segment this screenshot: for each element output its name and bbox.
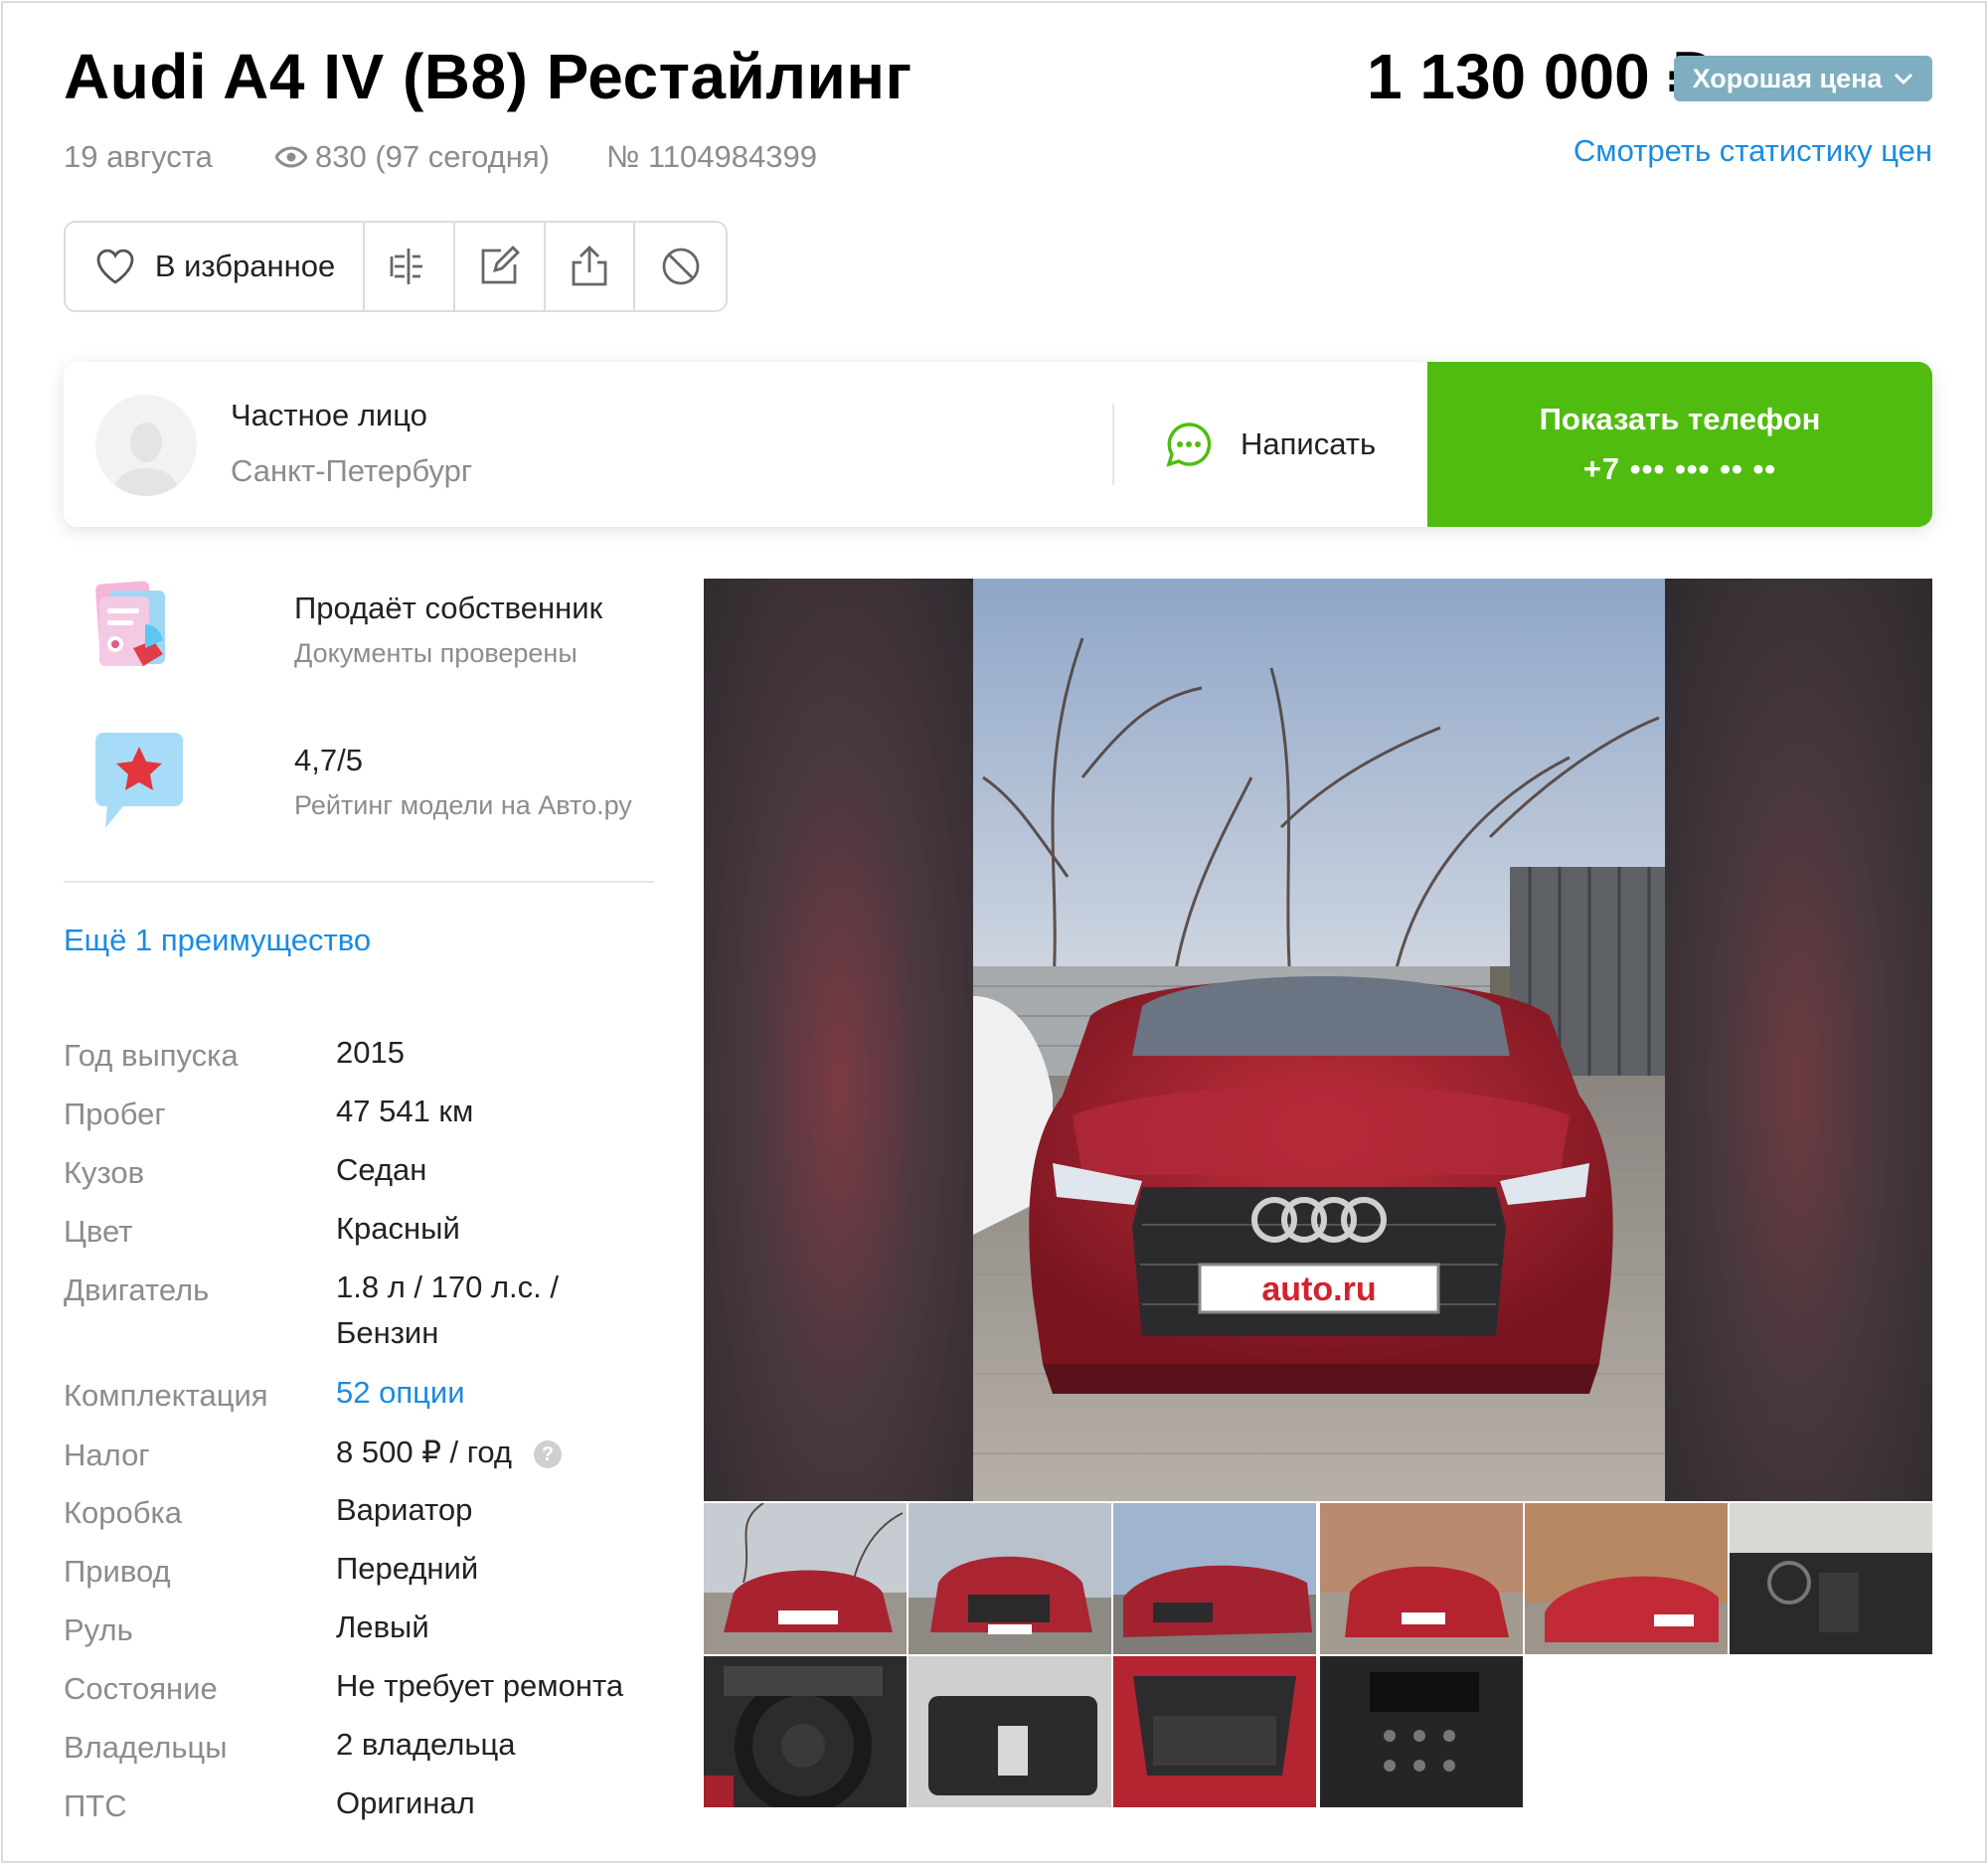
star-rating-icon: [64, 729, 199, 834]
thumbnail-rear-seats[interactable]: [909, 1656, 1111, 1807]
share-button[interactable]: [546, 223, 636, 310]
spec-key: Двигатель: [64, 1272, 210, 1307]
photo-blur-right: [1664, 579, 1932, 1501]
views-count: 830 (97 сегодня): [315, 139, 550, 174]
seller-divider: [1112, 404, 1114, 485]
thumbnail-rear-left[interactable]: [1320, 1503, 1523, 1654]
compare-button[interactable]: [365, 223, 455, 310]
spec-value: 1.8 л / 170 л.с. / Бензин: [336, 1270, 560, 1350]
spec-value: Левый: [336, 1610, 429, 1644]
spec-key: ПТС: [64, 1788, 127, 1823]
thumbnail-steering-wheel[interactable]: [704, 1656, 907, 1807]
thumbnail-interior-dash[interactable]: [1730, 1503, 1932, 1654]
block-icon: [662, 248, 700, 285]
document-check-icon: [64, 577, 199, 682]
plate-text: auto.ru: [1261, 1271, 1376, 1308]
seller-type: Частное лицо: [231, 398, 427, 432]
spec-value: Седан: [336, 1152, 427, 1187]
spec-key: Комплектация: [64, 1378, 268, 1413]
chevron-down-icon: [1895, 73, 1913, 85]
price-badge-label: Хорошая цена: [1692, 63, 1883, 93]
spec-value: Не требует ремонта: [336, 1668, 624, 1703]
listing-meta: 19 августа 830 (97 сегодня) № 1104984399: [64, 139, 817, 175]
model-rating-subtitle: Рейтинг модели на Авто.ру: [294, 789, 632, 820]
spec-key: Цвет: [64, 1214, 133, 1249]
spec-key: Привод: [64, 1554, 171, 1589]
spec-key: Коробка: [64, 1495, 183, 1530]
spec-value: Вариатор: [336, 1492, 473, 1527]
listing-number: № 1104984399: [606, 139, 817, 174]
spec-key: Год выпуска: [64, 1038, 239, 1073]
advantage-rating: 4,7/5 Рейтинг модели на Авто.ру: [64, 729, 632, 834]
favorite-label: В избранное: [154, 249, 336, 283]
spec-value: 2015: [336, 1035, 405, 1070]
photo-blur-left: [704, 579, 974, 1501]
write-message-button[interactable]: Написать: [1165, 362, 1376, 527]
spec-value: 8 500 ₽ / год: [336, 1435, 513, 1469]
chat-icon: [1166, 423, 1212, 467]
eye-icon: [275, 146, 307, 168]
share-icon: [572, 246, 607, 286]
show-phone-label: Показать телефон: [1539, 402, 1821, 436]
seller-card: Частное лицо Санкт-Петербург Написать По…: [64, 362, 1932, 527]
masked-phone: +7 ••• ••• •• ••: [1582, 451, 1777, 486]
avatar: [95, 395, 197, 496]
car-photo-front: auto.ru: [973, 579, 1665, 1501]
seller-city: Санкт-Петербург: [231, 453, 473, 488]
spec-value: 2 владельца: [336, 1727, 516, 1762]
thumbnail-trunk[interactable]: [1113, 1656, 1316, 1807]
block-button[interactable]: [635, 223, 726, 310]
show-phone-button[interactable]: Показать телефон +7 ••• ••• •• ••: [1427, 362, 1932, 527]
edit-icon: [481, 246, 521, 284]
spec-key: Состояние: [64, 1671, 218, 1706]
divider: [64, 881, 654, 883]
spec-value: Красный: [336, 1211, 460, 1246]
advantage-owner-subtitle: Документы проверены: [294, 637, 578, 668]
spec-value: Передний: [336, 1551, 479, 1586]
listing-actions: В избранное: [64, 221, 728, 312]
price-rating-badge[interactable]: Хорошая цена: [1674, 56, 1932, 101]
thumbnail-front-right[interactable]: [1113, 1503, 1316, 1654]
listing-title: Audi A4 IV (B8) Рестайлинг: [64, 41, 912, 112]
listing-views: 830 (97 сегодня): [275, 139, 606, 175]
spec-value: Оригинал: [336, 1785, 475, 1820]
price: 1 130 000 ₽: [1366, 41, 1712, 112]
spec-value-tax: 8 500 ₽ / год?: [336, 1430, 674, 1475]
spec-key: Владельцы: [64, 1730, 228, 1765]
spec-key: Пробег: [64, 1097, 166, 1131]
advantage-owner: Продаёт собственник Документы проверены: [64, 577, 602, 682]
heart-icon: [96, 249, 134, 284]
advantage-owner-title: Продаёт собственник: [294, 590, 603, 625]
main-photo[interactable]: auto.ru: [704, 579, 1932, 1501]
spec-key: Кузов: [64, 1155, 145, 1190]
note-button[interactable]: [455, 223, 546, 310]
listing-date: 19 августа: [64, 139, 213, 174]
spec-value: 47 541 км: [336, 1094, 474, 1128]
model-rating-value: 4,7/5: [294, 742, 363, 777]
thumbnail-front-left[interactable]: [704, 1503, 907, 1654]
spec-key: Руль: [64, 1612, 133, 1647]
compare-icon: [391, 249, 423, 284]
more-advantages-link[interactable]: Ещё 1 преимущество: [64, 923, 371, 958]
favorite-button[interactable]: В избранное: [66, 223, 366, 310]
spec-key: Налог: [64, 1438, 150, 1472]
thumbnail-rear-side[interactable]: [1525, 1503, 1728, 1654]
equipment-options-link[interactable]: 52 опции: [336, 1370, 674, 1416]
user-placeholder-icon: [112, 423, 180, 496]
help-icon[interactable]: ?: [534, 1440, 563, 1468]
thumbnail-center-console[interactable]: [1320, 1656, 1523, 1807]
write-label: Написать: [1241, 426, 1377, 461]
price-stats-link[interactable]: Смотреть статистику цен: [1574, 133, 1932, 169]
thumbnail-front-low[interactable]: [909, 1503, 1111, 1654]
